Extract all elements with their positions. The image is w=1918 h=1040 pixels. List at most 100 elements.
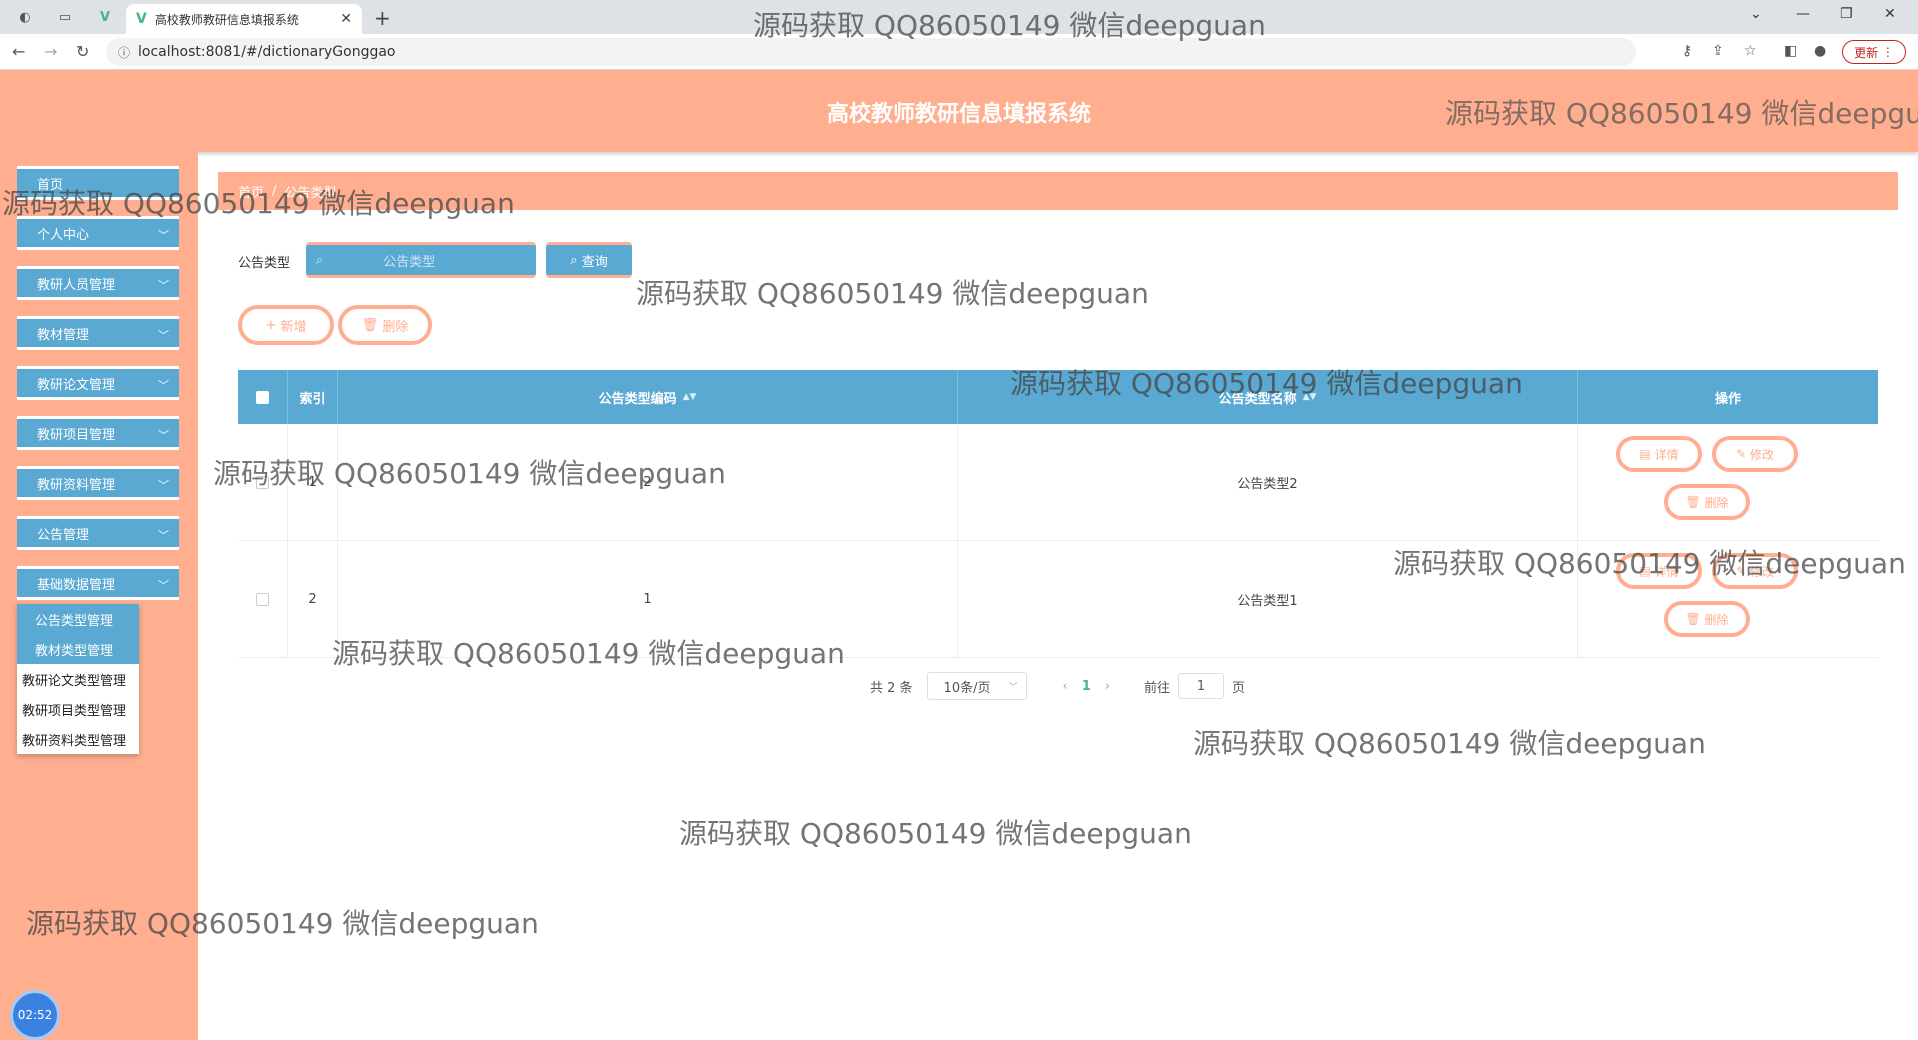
column-name[interactable]: 公告类型名称 ▲▼	[958, 370, 1578, 424]
breadcrumb-home[interactable]: 首页	[238, 182, 264, 201]
sidebar-item-personal-center[interactable]: 个人中心 ﹀	[17, 216, 179, 250]
sidebar-item-label: 教研人员管理	[37, 277, 116, 293]
sidebar-item-announcement[interactable]: 公告管理 ﹀	[17, 516, 179, 550]
sidebar-item-basic-data[interactable]: 基础数据管理 ﹀	[17, 566, 179, 600]
column-ops-label: 操作	[1714, 391, 1741, 407]
trash-icon: 🗑	[1685, 612, 1705, 626]
sidebar-item-label: 教研资料管理	[37, 477, 116, 493]
browser-update-button[interactable]: 更新 ⋮	[1842, 40, 1906, 64]
breadcrumb: 首页 / 公告类型	[218, 172, 1898, 210]
sidebar-item-label: 基础数据管理	[37, 577, 116, 593]
search-input[interactable]: ⌕ 公告类型	[306, 242, 536, 278]
edit-button[interactable]: ✎ 修改	[1712, 436, 1798, 472]
star-icon[interactable]: ☆	[1744, 43, 1757, 59]
sort-icon[interactable]: ▲▼	[683, 392, 697, 402]
window-close-icon[interactable]: ✕	[1884, 6, 1896, 22]
prev-page-icon[interactable]: ‹	[1063, 679, 1068, 694]
batch-delete-button[interactable]: 🗑 删除	[338, 305, 432, 345]
submenu-item-materials-type[interactable]: 教研资料类型管理	[17, 724, 139, 754]
column-code[interactable]: 公告类型编码 ▲▼	[338, 370, 958, 424]
minimize-icon[interactable]: —	[1796, 6, 1810, 22]
goto-page-input[interactable]: 1	[1178, 673, 1225, 699]
restore-icon[interactable]: ❐	[1840, 6, 1853, 22]
side-panel-icon[interactable]: ◧	[1784, 43, 1797, 59]
goto-page-value: 1	[1196, 678, 1206, 694]
tab-title: 高校教师教研信息填报系统	[154, 12, 299, 27]
sidebar-item-home[interactable]: 首页	[17, 166, 179, 200]
share-icon[interactable]: ⇪	[1712, 43, 1724, 59]
profile-icon[interactable]: ●	[1814, 43, 1826, 59]
trash-icon: 🗑	[1685, 495, 1705, 509]
row-checkbox[interactable]	[256, 476, 269, 489]
column-index-label: 索引	[299, 391, 326, 407]
submenu-item-project-type[interactable]: 教研项目类型管理	[17, 694, 139, 724]
add-button[interactable]: + 新增	[238, 305, 334, 345]
submenu-item-paper-type[interactable]: 教研论文类型管理	[17, 664, 139, 694]
select-all-checkbox[interactable]	[256, 390, 269, 404]
url-field[interactable]: ⓘ localhost:8081/#/dictionaryGonggao	[106, 38, 1636, 66]
search-icon: ⌕	[570, 252, 582, 268]
reload-icon[interactable]: ↻	[76, 42, 89, 61]
pencil-icon: ✎	[1736, 564, 1750, 578]
detail-button[interactable]: ▤ 详情	[1616, 553, 1702, 589]
sidebar-item-label: 教研论文管理	[37, 377, 116, 393]
detail-button[interactable]: ▤ 详情	[1616, 436, 1702, 472]
vue-tab-icon[interactable]: V	[94, 7, 116, 27]
sidebar-item-materials[interactable]: 教研资料管理 ﹀	[17, 466, 179, 500]
submenu-item-announcement-type[interactable]: 公告类型管理	[17, 604, 139, 634]
back-arrow-icon[interactable]: ←	[12, 42, 25, 61]
row-checkbox[interactable]	[256, 593, 269, 606]
sidebar-item-label: 公告管理	[37, 527, 90, 543]
chevron-down-icon: ﹀	[158, 279, 169, 292]
breadcrumb-separator: /	[272, 183, 277, 199]
cell-code: 2	[338, 424, 958, 541]
url-text: localhost:8081/#/dictionaryGonggao	[138, 44, 396, 60]
document-icon: ▤	[1639, 564, 1655, 578]
globe-icon[interactable]: ◐	[14, 7, 36, 27]
key-icon[interactable]: ⚷	[1682, 43, 1692, 59]
delete-label: 删除	[382, 319, 409, 335]
cell-index: 2	[288, 541, 338, 658]
close-icon[interactable]: ✕	[340, 11, 352, 27]
table-row: 2 1 公告类型1 ▤ 详情 ✎ 修改 🗑 删除	[238, 541, 1878, 658]
edit-label: 修改	[1749, 564, 1774, 579]
page-number-current[interactable]: 1	[1082, 679, 1091, 694]
chevron-down-icon: ﹀	[158, 379, 169, 392]
forward-arrow-icon[interactable]: →	[44, 42, 57, 61]
chevron-down-icon: ﹀	[1008, 682, 1018, 693]
column-index: 索引	[288, 370, 338, 424]
tab-group-icon[interactable]: ▭	[54, 7, 76, 27]
info-icon[interactable]: ⓘ	[118, 44, 130, 61]
query-button[interactable]: ⌕ 查询	[546, 242, 632, 278]
select-all-checkbox-cell	[238, 370, 288, 424]
clock-badge[interactable]: 02:52	[10, 990, 60, 1040]
chevron-down-icon: ﹀	[158, 329, 169, 342]
sidebar-item-label: 个人中心	[37, 227, 90, 243]
submenu-label: 教研项目类型管理	[22, 703, 127, 719]
column-ops: 操作	[1578, 370, 1878, 424]
delete-button[interactable]: 🗑 删除	[1664, 484, 1750, 520]
page-size-select[interactable]: 10条/页 ﹀	[926, 672, 1027, 700]
sidebar-item-project[interactable]: 教研项目管理 ﹀	[17, 416, 179, 450]
next-page-icon[interactable]: ›	[1105, 679, 1110, 694]
sidebar-item-paper[interactable]: 教研论文管理 ﹀	[17, 366, 179, 400]
new-tab-plus-icon[interactable]: +	[374, 6, 391, 30]
delete-button[interactable]: 🗑 删除	[1664, 601, 1750, 637]
sidebar-item-textbook[interactable]: 教材管理 ﹀	[17, 316, 179, 350]
add-label: 新增	[280, 319, 307, 335]
submenu-item-textbook-type[interactable]: 教材类型管理	[17, 634, 139, 664]
browser-tab-active[interactable]: V 高校教师教研信息填报系统 ✕	[126, 4, 362, 34]
pagination-total: 共 2 条	[870, 680, 913, 696]
chevron-down-icon: ﹀	[158, 229, 169, 242]
sidebar-item-staff[interactable]: 教研人员管理 ﹀	[17, 266, 179, 300]
pencil-icon: ✎	[1736, 447, 1750, 461]
vue-logo-icon: V	[136, 11, 147, 27]
delete-label: 删除	[1704, 612, 1729, 627]
chevron-down-icon[interactable]: ⌄	[1750, 6, 1762, 22]
edit-button[interactable]: ✎ 修改	[1712, 553, 1798, 589]
sort-icon[interactable]: ▲▼	[1303, 392, 1317, 402]
plus-icon: +	[265, 317, 281, 333]
breadcrumb-current: 公告类型	[284, 185, 337, 201]
submenu-label: 教研论文类型管理	[22, 673, 127, 689]
sidebar-item-label: 教材管理	[37, 327, 90, 343]
